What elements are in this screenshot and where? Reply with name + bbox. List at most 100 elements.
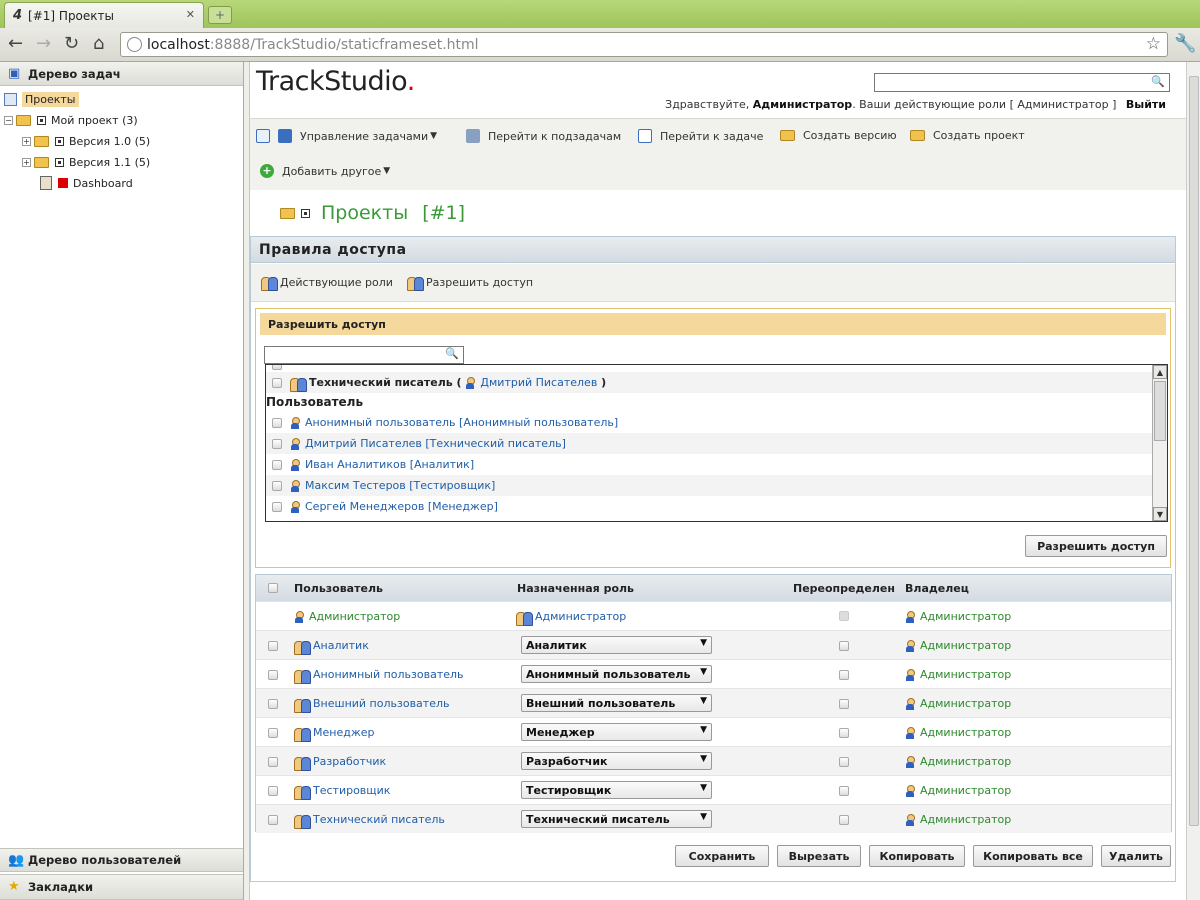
override-checkbox[interactable] bbox=[839, 699, 849, 709]
override-checkbox[interactable] bbox=[839, 815, 849, 825]
table-row: Администратор Администратор Администрато… bbox=[256, 601, 1171, 630]
goto-subtasks-button[interactable]: Перейти к подзадачам bbox=[466, 129, 621, 143]
users-section-label: Пользователь bbox=[266, 395, 364, 409]
list-item[interactable]: Сергей Менеджеров [Менеджер] bbox=[266, 496, 1153, 517]
cut-button[interactable]: Вырезать bbox=[777, 845, 861, 867]
tree-item-version-1-0[interactable]: + Версия 1.0 (5) bbox=[22, 132, 150, 150]
user-icon bbox=[294, 610, 304, 623]
add-other-menu[interactable]: + Добавить другое ▼ bbox=[260, 164, 390, 178]
candidate-checkbox[interactable] bbox=[272, 377, 282, 388]
role-select[interactable]: Разработчик ▼ bbox=[521, 752, 712, 770]
scroll-down-icon[interactable]: ▼ bbox=[1153, 507, 1167, 521]
row-checkbox[interactable] bbox=[268, 641, 278, 651]
grant-candidates-list[interactable]: Технический писатель ( Дмитрий Писателев… bbox=[265, 364, 1168, 522]
collapse-icon[interactable]: − bbox=[4, 115, 13, 125]
override-checkbox[interactable] bbox=[839, 757, 849, 767]
list-scrollbar[interactable]: ▲ ▼ bbox=[1152, 365, 1167, 521]
tree-item-projects[interactable]: Проекты bbox=[4, 90, 79, 108]
permissions-table: Пользователь Назначенная роль Переопреде… bbox=[255, 574, 1172, 833]
tab-close-icon[interactable]: ✕ bbox=[186, 8, 195, 21]
copy-all-button[interactable]: Копировать все bbox=[973, 845, 1093, 867]
col-role[interactable]: Назначенная роль bbox=[517, 582, 634, 595]
grant-access-button[interactable]: Разрешить доступ bbox=[1025, 535, 1167, 557]
override-checkbox[interactable] bbox=[839, 728, 849, 738]
page-scrollbar[interactable] bbox=[1186, 62, 1200, 900]
effective-roles-button[interactable]: Действующие роли bbox=[261, 275, 393, 291]
folder-icon bbox=[34, 135, 49, 147]
override-checkbox[interactable] bbox=[839, 641, 849, 651]
override-checkbox[interactable] bbox=[839, 786, 849, 796]
expand-icon[interactable]: + bbox=[22, 157, 31, 167]
manage-tasks-menu[interactable]: Управление задачами ▼ bbox=[278, 129, 437, 143]
forward-icon[interactable]: → bbox=[36, 34, 51, 54]
global-search-input[interactable]: 🔍 bbox=[874, 73, 1170, 92]
col-override[interactable]: Переопределен bbox=[793, 582, 895, 595]
role-select[interactable]: Аналитик ▼ bbox=[521, 636, 712, 654]
select-all-checkbox[interactable] bbox=[268, 583, 278, 593]
col-owner[interactable]: Владелец bbox=[905, 582, 969, 595]
role-select[interactable]: Анонимный пользователь ▼ bbox=[521, 665, 712, 683]
tasks-tree-header[interactable]: ▣ Дерево задач bbox=[0, 62, 243, 86]
list-item[interactable]: Дмитрий Писателев [Технический писатель] bbox=[266, 433, 1153, 454]
create-version-button[interactable]: Создать версию bbox=[780, 129, 897, 142]
expand-icon[interactable]: + bbox=[22, 136, 31, 146]
row-checkbox[interactable] bbox=[268, 728, 278, 738]
user-icon bbox=[905, 755, 915, 768]
candidate-checkbox[interactable] bbox=[272, 480, 282, 491]
copy-button[interactable]: Копировать bbox=[869, 845, 965, 867]
wrench-icon[interactable]: 🔧 bbox=[1174, 33, 1196, 54]
role-select[interactable]: Технический писатель ▼ bbox=[521, 810, 712, 828]
bookmarks-header[interactable]: ★ Закладки bbox=[0, 874, 243, 900]
save-button[interactable]: Сохранить bbox=[675, 845, 769, 867]
row-checkbox[interactable] bbox=[268, 815, 278, 825]
delete-button[interactable]: Удалить bbox=[1101, 845, 1171, 867]
checkbox-task-icon bbox=[638, 129, 652, 143]
list-item[interactable]: Иван Аналитиков [Аналитик] bbox=[266, 454, 1153, 475]
user-icon bbox=[905, 610, 915, 623]
grant-search-input[interactable]: 🔍 bbox=[264, 346, 464, 364]
row-checkbox[interactable] bbox=[268, 699, 278, 709]
page-scroll-thumb[interactable] bbox=[1189, 76, 1199, 826]
new-tab-button[interactable]: + bbox=[208, 6, 232, 24]
col-user[interactable]: Пользователь bbox=[294, 582, 383, 595]
globe-icon bbox=[127, 37, 142, 52]
address-bar[interactable]: localhost:8888/TrackStudio/staticframese… bbox=[120, 32, 1168, 57]
search-icon[interactable]: 🔍 bbox=[1151, 75, 1165, 88]
dropdown-arrow-icon: ▼ bbox=[383, 166, 391, 176]
list-item[interactable]: Анонимный пользователь [Анонимный пользо… bbox=[266, 412, 1153, 433]
create-project-button[interactable]: Создать проект bbox=[910, 129, 1025, 142]
row-checkbox[interactable] bbox=[268, 670, 278, 680]
clipboard-icon bbox=[40, 176, 52, 190]
bookmark-star-icon[interactable]: ☆ bbox=[1146, 34, 1161, 54]
users-tree-header[interactable]: 👥 Дерево пользователей bbox=[0, 848, 243, 872]
tree-item-version-1-1[interactable]: + Версия 1.1 (5) bbox=[22, 153, 150, 171]
goto-task-button[interactable]: Перейти к задаче bbox=[638, 129, 763, 143]
search-icon[interactable]: 🔍 bbox=[445, 347, 459, 360]
override-checkbox[interactable] bbox=[839, 670, 849, 680]
candidate-checkbox[interactable] bbox=[272, 438, 282, 449]
scroll-up-icon[interactable]: ▲ bbox=[1153, 365, 1167, 379]
tree-item-my-project[interactable]: − Мой проект (3) bbox=[4, 111, 138, 129]
grant-access-icon bbox=[407, 275, 424, 291]
back-icon[interactable]: ← bbox=[8, 34, 23, 54]
role-select[interactable]: Тестировщик ▼ bbox=[521, 781, 712, 799]
grant-access-link[interactable]: Разрешить доступ bbox=[407, 275, 533, 291]
list-item[interactable]: Максим Тестеров [Тестировщик] bbox=[266, 475, 1153, 496]
browser-tab[interactable]: 4 [#1] Проекты ✕ bbox=[4, 2, 204, 28]
candidate-checkbox[interactable] bbox=[272, 459, 282, 470]
home-icon[interactable]: ⌂ bbox=[93, 34, 104, 54]
row-checkbox[interactable] bbox=[268, 786, 278, 796]
candidate-checkbox[interactable] bbox=[272, 417, 282, 428]
role-select[interactable]: Менеджер ▼ bbox=[521, 723, 712, 741]
candidate-checkbox[interactable] bbox=[272, 365, 282, 370]
list-item-tech-writer[interactable]: Технический писатель ( Дмитрий Писателев… bbox=[266, 372, 1153, 393]
candidate-checkbox[interactable] bbox=[272, 501, 282, 512]
user-icon bbox=[905, 668, 915, 681]
logout-link[interactable]: Выйти bbox=[1126, 98, 1166, 111]
scroll-thumb[interactable] bbox=[1154, 381, 1166, 441]
tree-item-dashboard[interactable]: Dashboard bbox=[40, 174, 133, 192]
toggle-panel-button[interactable] bbox=[256, 129, 278, 143]
row-checkbox[interactable] bbox=[268, 757, 278, 767]
reload-icon[interactable]: ↻ bbox=[64, 34, 79, 54]
role-select[interactable]: Внешний пользователь ▼ bbox=[521, 694, 712, 712]
